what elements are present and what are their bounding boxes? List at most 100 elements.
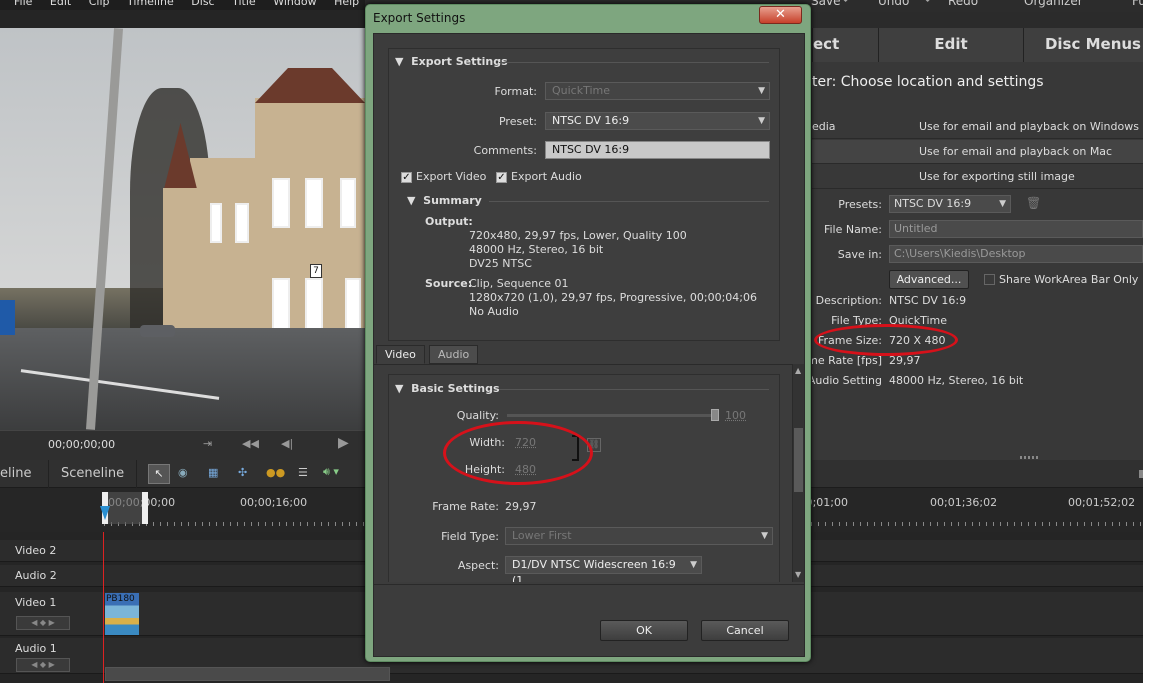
list-icon[interactable]: ☰ [298,466,308,479]
framerate-label: Frame Rate [fps]: [812,354,882,367]
trim-icon[interactable]: ⇥ [203,437,212,450]
chevron-down-icon: ▼ [758,116,765,126]
filename-input[interactable]: Untitled [889,220,1143,238]
audio-icon[interactable]: 🔊︎ ▾ [323,465,339,479]
source-line: No Audio [469,305,519,318]
motion-icon[interactable]: ●● [266,466,285,479]
ok-button[interactable]: OK [600,620,688,641]
ruler-label-1: 00;00;16;00 [240,496,308,509]
window-2 [305,178,323,228]
track-label: Audio 2 [15,569,57,582]
menu-clip[interactable]: Clip [89,0,110,8]
window-4 [272,278,290,333]
keyframe-controls[interactable]: ◀ ◆ ▶ [16,616,70,630]
menu-help[interactable]: Help [334,0,359,8]
undo-icon: ↶ [843,0,853,7]
aspect-value: D1/DV NTSC Widescreen 16:9 (1... [512,558,676,582]
scroll-thumb[interactable] [794,428,803,492]
cancel-button[interactable]: Cancel [701,620,789,641]
export-video-checkbox[interactable]: ✓ [401,172,412,183]
audio-keyframe-controls[interactable]: ◀ ◆ ▶ [16,658,70,672]
tab-sceneline[interactable]: Sceneline [48,460,138,488]
description-label: Description: [815,294,882,307]
share-option-windows[interactable]: edia Use for email and playback on Windo… [812,115,1143,157]
presets-dropdown[interactable]: NTSC DV 16:9 ▼ [889,195,1011,213]
preset-dropdown[interactable]: NTSC DV 16:9 ▼ [545,112,770,130]
workarea-end-handle[interactable] [142,492,148,524]
quality-slider-thumb[interactable] [711,409,719,421]
menu-timeline[interactable]: Timeline [127,0,174,8]
undo-button[interactable]: Undo [878,0,909,8]
top-strip [0,10,365,28]
comments-input[interactable]: NTSC DV 16:9 [545,141,770,159]
summary-header[interactable]: ▼ Summary [407,194,482,207]
step-back-icon[interactable]: ◀| [281,437,293,450]
menu-window[interactable]: Window [273,0,316,8]
share-workarea-checkbox[interactable] [984,274,995,285]
chevron-down-icon: ▼ [999,199,1006,209]
selection-tool-icon[interactable]: ↖ [148,464,170,484]
share-option-still[interactable]: Use for exporting still image [812,165,1143,189]
menu-edit[interactable]: Edit [50,0,71,8]
menu-disc[interactable]: Disc [191,0,214,8]
clip-pb180[interactable]: PB180 [105,593,139,635]
output-line: DV25 NTSC [469,257,532,270]
export-settings-header[interactable]: ▼ Export Settings [395,55,508,68]
trash-icon[interactable]: 🗑︎ [1026,196,1041,210]
timestretch-icon[interactable]: ◉ [178,466,188,479]
chevron-down-icon: ▼ [758,86,765,96]
scroll-up-icon[interactable]: ▲ [795,366,801,375]
share-panel: ter: Choose location and settings edia U… [812,62,1143,460]
share-option-desc: Use for exporting still image [919,170,1075,183]
tab-audio[interactable]: Audio [429,345,479,364]
scroll-down-icon[interactable]: ▼ [795,570,801,579]
redo-button[interactable]: Redo [948,0,978,8]
close-button[interactable]: ✕ [759,6,802,24]
quality-value[interactable]: 100 [725,409,746,422]
blue-sign [0,300,15,335]
tab-timeline[interactable]: eline [0,460,43,488]
smartfix-icon[interactable]: ▦ [208,466,218,479]
output-label: Output: [425,215,473,228]
tab-video[interactable]: Video [376,345,425,364]
menu-file[interactable]: File [14,0,32,8]
chevron-down-icon: ▼ [690,560,697,570]
workarea-bar[interactable] [108,492,144,524]
parked-car [140,325,175,337]
effects-icon[interactable]: ✣ [238,466,247,479]
header-divider [499,62,769,63]
share-workarea-label: Share WorkArea Bar Only [999,273,1139,286]
aspect-label: Aspect: [457,559,499,572]
right-edge-strip [1143,0,1160,683]
fieldtype-value: Lower First [512,529,572,542]
share-option-mac[interactable]: Use for email and playback on Mac [812,140,1143,164]
export-audio-label: Export Audio [511,170,582,183]
export-settings-group: ▼ Export Settings Format: QuickTime ▼ Pre… [388,48,780,341]
tab-disc-menus[interactable]: Disc Menus [1023,28,1143,62]
tab-project[interactable]: ect [812,28,878,62]
basic-settings-header[interactable]: ▼ Basic Settings [395,382,500,395]
playhead-line [103,532,104,683]
presets-label: Presets: [838,198,882,211]
aspect-dropdown[interactable]: D1/DV NTSC Widescreen 16:9 (1... ▼ [505,556,702,582]
horizontal-scrollbar[interactable] [105,667,390,681]
savein-input[interactable]: C:\Users\Kiedis\Desktop [889,245,1143,263]
rewind-icon[interactable]: ◀◀ [242,437,259,450]
highlight-ellipse-dimensions [443,421,593,485]
advanced-button[interactable]: Advanced... [889,270,969,289]
preset-value: NTSC DV 16:9 [552,114,630,127]
quality-slider[interactable] [507,414,719,417]
timecode: 00;00;00;00 [48,438,116,451]
vertical-scrollbar[interactable]: ▲ ▼ [792,364,804,582]
export-audio-checkbox[interactable]: ✓ [496,172,507,183]
play-icon[interactable]: ▶ [338,435,349,451]
tab-edit[interactable]: Edit [878,28,1023,62]
menu-title[interactable]: Title [232,0,256,8]
source-details: Clip, Sequence 01 1280x720 (1,0), 29,97 … [469,277,757,319]
panel-resize-handle[interactable] [1020,456,1038,459]
footer-divider [374,584,804,585]
format-label: Format: [494,85,537,98]
fieldtype-label: Field Type: [441,530,499,543]
organizer-button[interactable]: Organizer [1024,0,1083,8]
save-button[interactable]: Save [811,0,840,8]
